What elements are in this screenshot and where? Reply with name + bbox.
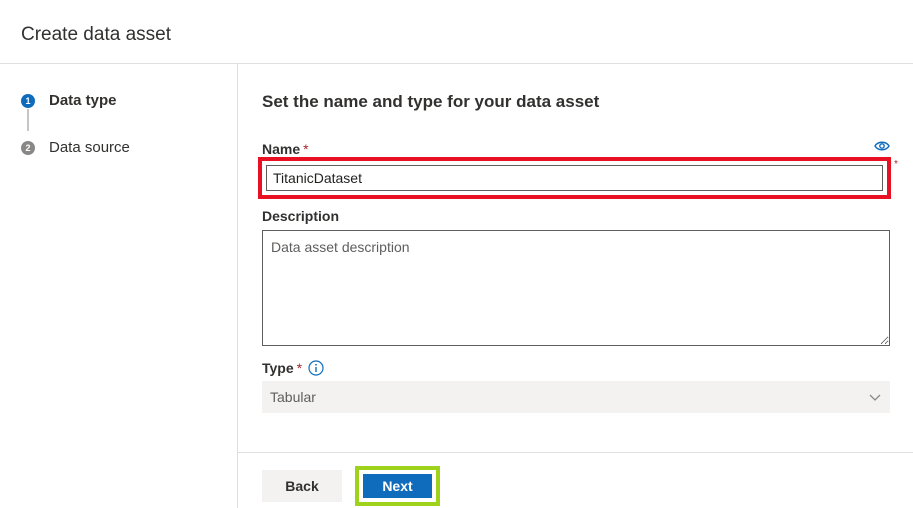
step-connector bbox=[27, 109, 29, 131]
wizard-steps: 1 Data type 2 Data source bbox=[0, 64, 238, 508]
step-number-1: 1 bbox=[21, 93, 35, 108]
name-required-marker: * bbox=[303, 141, 309, 157]
info-icon[interactable] bbox=[308, 360, 324, 376]
footer-bar: Back Next bbox=[238, 452, 913, 508]
next-button[interactable]: Next bbox=[363, 474, 432, 498]
page-title: Create data asset bbox=[21, 24, 171, 45]
type-required-marker: * bbox=[296, 360, 303, 376]
type-label: Type * bbox=[262, 360, 324, 376]
name-input[interactable] bbox=[266, 165, 883, 191]
type-label-text: Type bbox=[262, 360, 294, 376]
name-side-required-marker: * bbox=[894, 159, 898, 170]
name-label: Name * bbox=[262, 141, 309, 157]
step-label-data-source: Data source bbox=[49, 139, 130, 156]
chevron-down-icon bbox=[869, 394, 881, 401]
main-panel: Set the name and type for your data asse… bbox=[238, 64, 913, 508]
page-header: Create data asset bbox=[0, 0, 913, 64]
type-selected-value: Tabular bbox=[270, 389, 316, 405]
next-button-highlight: Next bbox=[355, 466, 440, 506]
eye-icon[interactable] bbox=[874, 140, 890, 152]
step-number-2: 2 bbox=[21, 140, 35, 155]
type-dropdown[interactable]: Tabular bbox=[262, 381, 890, 413]
description-label: Description bbox=[262, 208, 340, 224]
step-data-type[interactable]: 1 Data type bbox=[21, 92, 117, 109]
name-label-text: Name bbox=[262, 141, 301, 157]
section-title: Set the name and type for your data asse… bbox=[262, 92, 600, 111]
step-label-data-type: Data type bbox=[49, 92, 117, 109]
step-data-source[interactable]: 2 Data source bbox=[21, 139, 130, 156]
back-button[interactable]: Back bbox=[262, 470, 342, 502]
name-field-highlight bbox=[258, 157, 891, 199]
description-input[interactable] bbox=[262, 230, 890, 346]
